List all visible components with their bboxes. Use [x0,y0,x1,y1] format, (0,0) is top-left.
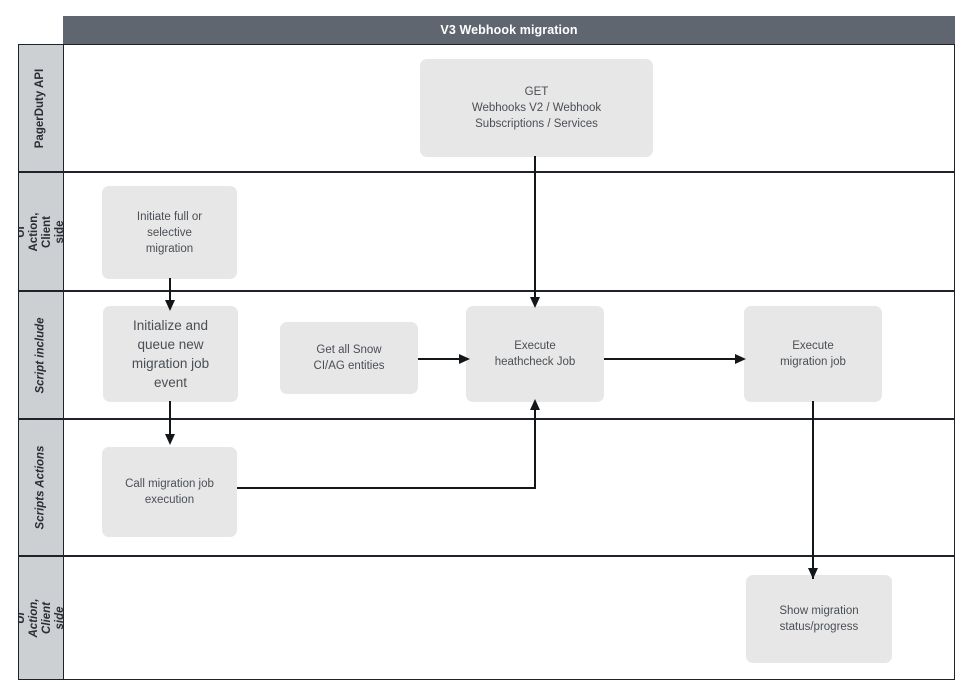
edge-snow-to-heathcheck-arrowhead [459,354,470,364]
edge-heathcheck-to-migration-arrowhead [735,354,746,364]
edge-call-to-heathcheck-segment-vertical [534,408,536,489]
lane-label-pagerduty-api: PagerDuty API [34,68,47,148]
edge-migration-to-status-line [812,401,814,579]
swimlane-diagram-canvas: V3 Webhook migration PagerDuty API UI Ac… [0,0,980,696]
lane-label-ui-action-client-side-bottom: UI Action, Client side [19,598,64,638]
node-get-snow-entities[interactable]: Get all Snow CI/AG entities [280,322,418,394]
node-initiate-migration[interactable]: Initiate full or selective migration [102,186,237,279]
lane-header-ui-action-client-side-bottom: UI Action, Client side [19,557,64,679]
diagram-title-bar: V3 Webhook migration [63,16,955,44]
lane-label-scripts-actions: Scripts Actions [34,445,47,530]
lane-header-pagerduty-api: PagerDuty API [19,45,64,171]
edge-call-to-heathcheck-segment-horizontal [237,487,536,489]
edge-get-webhooks-to-heathcheck-arrowhead [530,297,540,308]
edge-heathcheck-to-migration-line [604,358,740,360]
node-execute-heathcheck[interactable]: Execute heathcheck Job [466,306,604,402]
lane-header-scripts-actions: Scripts Actions [19,420,64,555]
edge-get-webhooks-to-heathcheck-line [534,156,536,303]
lane-header-ui-action-client-side-top: UI Action, Client side [19,173,64,290]
edge-initiate-to-initialize-arrowhead [165,300,175,311]
node-show-migration-status[interactable]: Show migration status/progress [746,575,892,663]
edge-initialize-to-call-arrowhead [165,434,175,445]
edge-snow-to-heathcheck-line [418,358,464,360]
node-initialize-queue-job[interactable]: Initialize and queue new migration job even… [103,306,238,402]
node-execute-migration-job[interactable]: Execute migration job [744,306,882,402]
edge-call-to-heathcheck-arrowhead [530,399,540,410]
lane-label-ui-action-client-side-top: UI Action, Client side [19,212,64,251]
node-call-migration-execution[interactable]: Call migration job execution [102,447,237,537]
lane-label-script-include: Script include [34,316,47,394]
node-get-webhooks[interactable]: GET Webhooks V2 / Webhook Subscriptions / … [420,59,653,157]
edge-migration-to-status-arrowhead [808,568,818,579]
lane-header-script-include: Script include [19,292,64,418]
